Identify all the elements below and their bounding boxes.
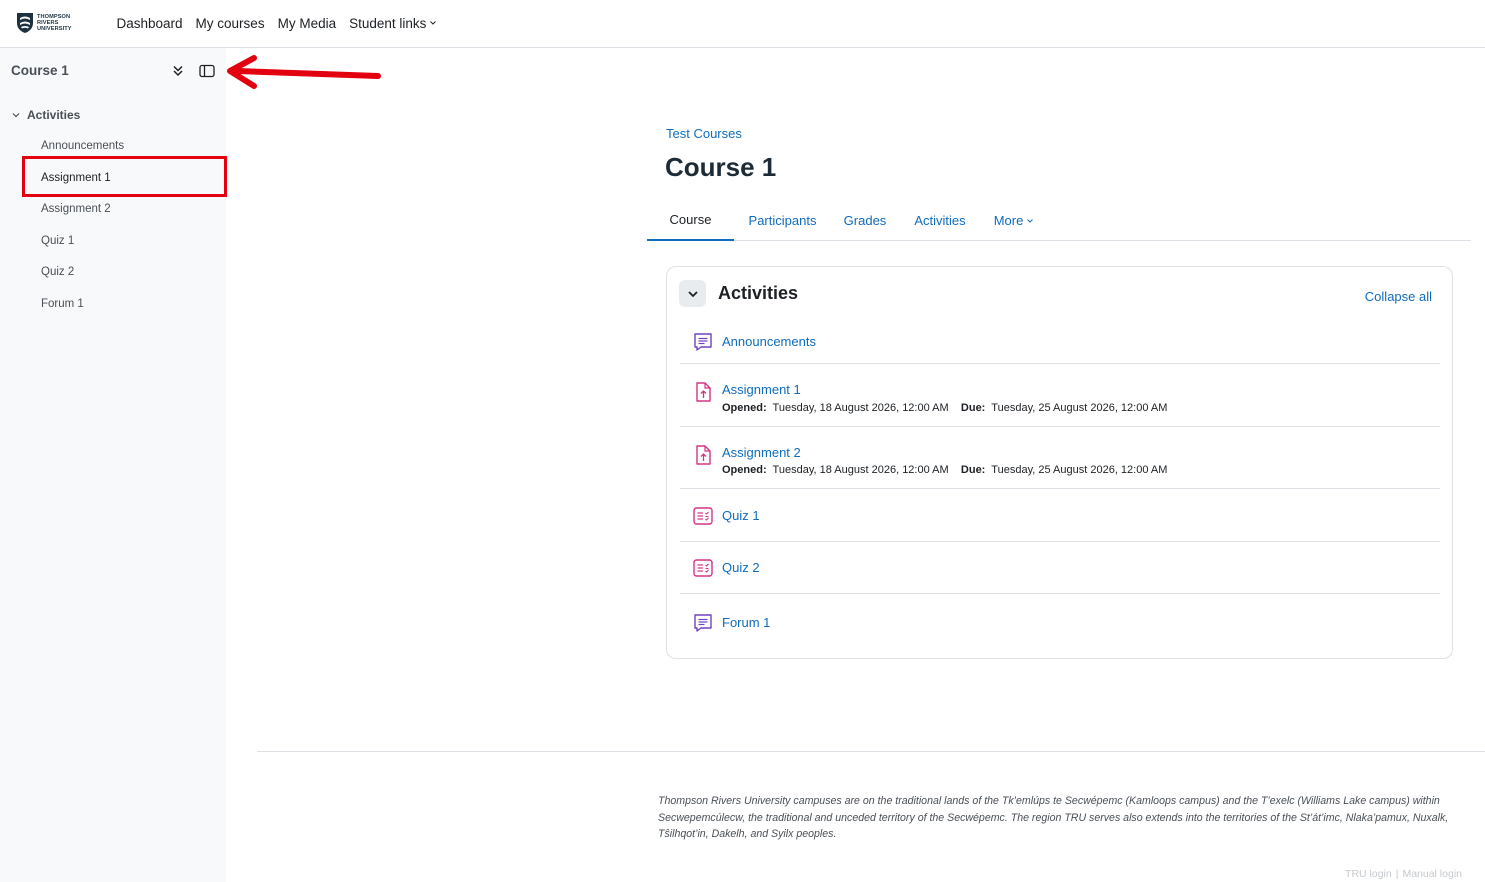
drawer-item-assignment-2[interactable]: Assignment 2	[41, 203, 111, 215]
quiz-icon	[693, 507, 713, 525]
tru-shield-icon	[17, 13, 33, 33]
due-label: Due:	[960, 402, 986, 414]
nav-my-media[interactable]: My Media	[271, 16, 343, 31]
quiz-icon	[693, 559, 713, 577]
activity-link-forum-1[interactable]: Forum 1	[722, 615, 770, 630]
opened-label: Opened:	[722, 402, 767, 414]
nav-dashboard[interactable]: Dashboard	[110, 16, 189, 31]
forum-icon	[694, 333, 712, 351]
tab-course[interactable]: Course	[647, 200, 734, 241]
tab-grades[interactable]: Grades	[831, 200, 899, 241]
activity-item: Assignment 1 Opened: Tuesday, 18 August …	[680, 364, 1440, 427]
logo-wordmark: THOMPSON RIVERS UNIVERSITY	[37, 14, 72, 33]
tab-more-label: More	[993, 213, 1024, 228]
drawer-section-activities[interactable]: Activities	[11, 108, 80, 122]
drawer-item-quiz-1[interactable]: Quiz 1	[41, 235, 74, 247]
nav-my-courses[interactable]: My courses	[189, 16, 271, 31]
activity-item: Quiz 1	[680, 489, 1440, 542]
chevron-down-icon	[12, 113, 20, 118]
activity-link-announcements[interactable]: Announcements	[722, 334, 816, 349]
tru-login-link[interactable]: TRU login	[1345, 868, 1392, 880]
activity-dates: Opened: Tuesday, 18 August 2026, 12:00 A…	[722, 402, 1167, 414]
tab-more[interactable]: More	[981, 200, 1047, 241]
tab-activities[interactable]: Activities	[899, 200, 981, 241]
collapse-all-sections-button[interactable]	[169, 62, 187, 80]
drawer-course-title: Course 1	[11, 63, 69, 78]
footer-login-links: TRU login | Manual login	[1345, 868, 1462, 880]
due-date: Tuesday, 25 August 2026, 12:00 AM	[991, 402, 1168, 414]
drawer-item-forum-1[interactable]: Forum 1	[41, 298, 84, 310]
opened-label: Opened:	[722, 464, 767, 476]
assignment-icon	[696, 382, 711, 402]
course-section-card: Activities Collapse all Announcements As…	[666, 266, 1453, 659]
close-drawer-button[interactable]	[198, 62, 216, 80]
opened-date: Tuesday, 18 August 2026, 12:00 AM	[772, 464, 949, 476]
drawer-item-quiz-2[interactable]: Quiz 2	[41, 266, 74, 278]
tru-logo[interactable]: THOMPSON RIVERS UNIVERSITY	[16, 11, 80, 35]
section-title: Activities	[718, 283, 799, 303]
activity-item: Assignment 2 Opened: Tuesday, 18 August …	[680, 427, 1440, 489]
chevron-down-icon	[1027, 218, 1034, 223]
activity-link-assignment-1[interactable]: Assignment 1	[722, 382, 801, 397]
nav-student-links-label: Student links	[349, 15, 427, 31]
activity-dates: Opened: Tuesday, 18 August 2026, 12:00 A…	[722, 464, 1167, 476]
activity-link-assignment-2[interactable]: Assignment 2	[722, 445, 801, 460]
nav-student-links[interactable]: Student links	[343, 16, 444, 31]
land-acknowledgement: Thompson Rivers University campuses are …	[658, 795, 1449, 840]
footer-divider	[257, 751, 1485, 752]
course-index-drawer: Course 1 Activities Announcements Assign…	[0, 48, 226, 882]
activity-item: Quiz 2	[680, 542, 1440, 594]
activity-link-quiz-2[interactable]: Quiz 2	[722, 560, 760, 575]
assignment-icon	[696, 445, 711, 465]
logo-line: UNIVERSITY	[37, 26, 72, 33]
drawer-header: Course 1	[0, 48, 226, 93]
top-navbar: THOMPSON RIVERS UNIVERSITY Dashboard My …	[0, 0, 1485, 48]
logo-line: THOMPSON	[37, 13, 71, 20]
double-chevron-down-icon	[173, 65, 183, 77]
opened-date: Tuesday, 18 August 2026, 12:00 AM	[772, 402, 949, 414]
drawer-section-label: Activities	[27, 108, 81, 122]
tab-participants[interactable]: Participants	[734, 200, 831, 241]
drawer-item-assignment-1[interactable]: Assignment 1	[41, 172, 111, 184]
forum-icon	[694, 614, 712, 632]
breadcrumb-category[interactable]: Test Courses	[666, 126, 742, 141]
primary-nav: Dashboard My courses My Media Student li…	[110, 0, 444, 46]
section-collapse-toggle[interactable]	[679, 280, 706, 307]
sidebar-panel-icon	[199, 64, 215, 78]
page-title: Course 1	[665, 152, 777, 182]
activity-item: Forum 1	[680, 594, 1440, 646]
chevron-down-icon	[687, 290, 698, 297]
activity-link-quiz-1[interactable]: Quiz 1	[722, 508, 760, 523]
collapse-all-link[interactable]: Collapse all	[1365, 289, 1432, 304]
activity-item: Announcements	[680, 318, 1440, 364]
chevron-down-icon	[430, 21, 437, 25]
due-label: Due:	[960, 464, 986, 476]
footer-separator: |	[1395, 868, 1399, 880]
secondary-nav-tabs: Course Participants Grades Activities Mo…	[647, 200, 1471, 241]
due-date: Tuesday, 25 August 2026, 12:00 AM	[991, 464, 1168, 476]
annotation-arrow-icon	[227, 55, 381, 89]
drawer-item-announcements[interactable]: Announcements	[41, 140, 124, 152]
manual-login-link[interactable]: Manual login	[1402, 868, 1462, 880]
